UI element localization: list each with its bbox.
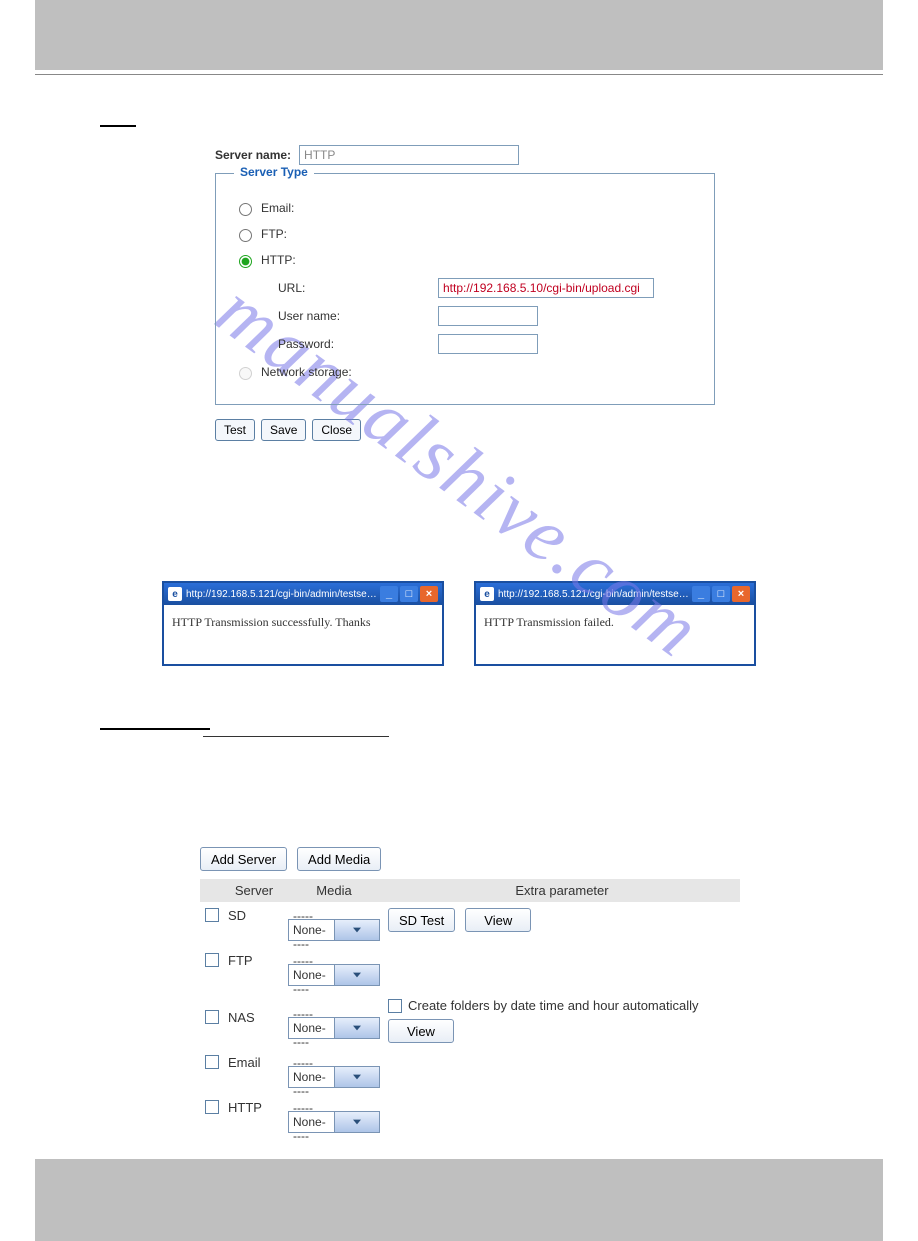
create-folders-checkbox[interactable] [388,999,402,1013]
row-label-sd: SD [224,902,284,947]
add-server-button[interactable]: Add Server [200,847,287,871]
radio-http-label: HTTP: [261,253,296,267]
popup-failed-titlebar[interactable]: e http://192.168.5.121/cgi-bin/admin/tes… [476,583,754,605]
media-select-sd[interactable]: -----None----- [288,919,380,941]
row-label-ftp: FTP [224,947,284,992]
password-label: Password: [278,337,438,351]
create-folders-label: Create folders by date time and hour aut… [408,998,699,1013]
section-underline-1 [100,125,136,127]
media-select-ftp[interactable]: -----None----- [288,964,380,986]
server-media-table: Server Media Extra parameter SD -----Non… [200,879,740,1139]
col-server: Server [224,879,284,902]
col-extra: Extra parameter [384,879,740,902]
table-row: Email -----None----- [200,1049,740,1094]
close-icon[interactable]: × [420,586,438,602]
popup-failed-body: HTTP Transmission failed. [476,605,754,664]
chevron-down-icon [334,1018,380,1038]
server-name-input[interactable] [299,145,519,165]
close-icon[interactable]: × [732,586,750,602]
row-checkbox-ftp[interactable] [205,953,219,967]
view-button-nas[interactable]: View [388,1019,454,1043]
section-underline-2 [100,728,210,730]
http-subfields: URL: User name: Password: [278,278,696,354]
radio-http[interactable] [239,255,252,268]
radio-email[interactable] [239,203,252,216]
sd-test-button[interactable]: SD Test [388,908,455,932]
popup-success: e http://192.168.5.121/cgi-bin/admin/tes… [162,581,444,666]
form-button-row: Test Save Close [215,419,883,441]
table-row: HTTP -----None----- [200,1094,740,1139]
row-label-nas: NAS [224,992,284,1049]
close-button[interactable]: Close [312,419,361,441]
ie-icon: e [168,587,182,601]
header-graybar [35,0,883,70]
footer-graybar [35,1159,883,1241]
row-checkbox-nas[interactable] [205,1010,219,1024]
row-label-http: HTTP [224,1094,284,1139]
password-input[interactable] [438,334,538,354]
table-row: SD -----None----- SD Test View [200,902,740,947]
popups-container: e http://192.168.5.121/cgi-bin/admin/tes… [35,581,883,666]
server-type-fieldset: Server Type Email: FTP: HTTP: URL: User [215,173,715,405]
radio-ftp-label: FTP: [261,227,287,241]
popup-success-body: HTTP Transmission successfully. Thanks [164,605,442,664]
server-type-legend: Server Type [234,165,314,179]
minimize-icon[interactable]: _ [692,586,710,602]
col-media: Media [284,879,384,902]
action-panel: Add Server Add Media Server Media Extra … [200,847,883,1139]
media-select-http[interactable]: -----None----- [288,1111,380,1133]
test-button[interactable]: Test [215,419,255,441]
radio-ftp[interactable] [239,229,252,242]
url-input[interactable] [438,278,654,298]
ie-icon: e [480,587,494,601]
chevron-down-icon [334,1112,380,1132]
maximize-icon[interactable]: □ [712,586,730,602]
save-button[interactable]: Save [261,419,306,441]
page-body: manualshive.com Server name: Server Type… [0,125,918,1139]
add-media-button[interactable]: Add Media [297,847,381,871]
popup-failed-title: http://192.168.5.121/cgi-bin/admin/tests… [498,589,692,600]
row-checkbox-email[interactable] [205,1055,219,1069]
media-select-nas[interactable]: -----None----- [288,1017,380,1039]
header-separator [35,74,883,75]
row-label-email: Email [224,1049,284,1094]
row-checkbox-sd[interactable] [205,908,219,922]
popup-success-title: http://192.168.5.121/cgi-bin/admin/tests… [186,589,380,600]
popup-failed: e http://192.168.5.121/cgi-bin/admin/tes… [474,581,756,666]
chevron-down-icon [334,920,380,940]
view-button-sd[interactable]: View [465,908,531,932]
chevron-down-icon [334,1067,380,1087]
radio-network-storage-label: Network storage: [261,365,352,379]
radio-email-label: Email: [261,201,294,215]
server-form: Server name: Server Type Email: FTP: HTT… [215,145,883,441]
maximize-icon[interactable]: □ [400,586,418,602]
username-label: User name: [278,309,438,323]
radio-network-storage[interactable] [239,367,252,380]
media-select-email[interactable]: -----None----- [288,1066,380,1088]
popup-success-titlebar[interactable]: e http://192.168.5.121/cgi-bin/admin/tes… [164,583,442,605]
section-underline-3 [203,736,389,737]
username-input[interactable] [438,306,538,326]
table-row: FTP -----None----- [200,947,740,992]
table-row: NAS -----None----- Create folders by dat… [200,992,740,1049]
server-name-label: Server name: [215,148,291,162]
url-label: URL: [278,281,438,295]
minimize-icon[interactable]: _ [380,586,398,602]
row-checkbox-http[interactable] [205,1100,219,1114]
chevron-down-icon [334,965,380,985]
col-checkbox [200,879,224,902]
